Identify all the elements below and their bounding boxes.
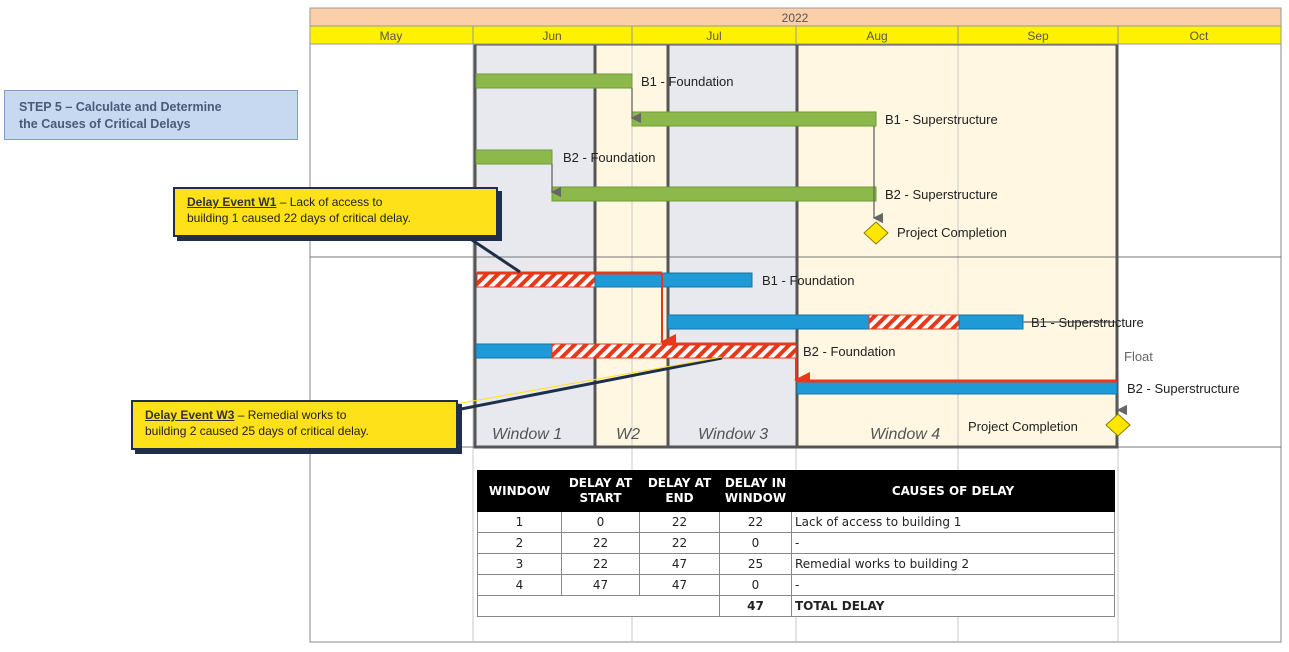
cell-cause: - [791, 532, 1115, 554]
cell-cause: Remedial works to building 2 [791, 553, 1115, 575]
total-delay-label: TOTAL DELAY [791, 595, 1115, 617]
year-label: 2022 [782, 11, 809, 25]
cell-window: 3 [477, 553, 562, 575]
planned-b1-foundation-bar [475, 73, 633, 89]
cell-delay-start: 22 [561, 532, 640, 554]
table-row: 3 22 47 25 Remedial works to building 2 [477, 553, 1115, 575]
month-label-aug: Aug [866, 29, 887, 43]
asbuilt-b1-superstructure-bar [667, 314, 870, 330]
month-label-jun: Jun [542, 29, 561, 43]
header-delay-at-end: DELAY AT END [639, 470, 720, 512]
label-planned-b2-superstructure: B2 - Superstructure [885, 187, 998, 202]
header-window: WINDOW [477, 470, 562, 512]
cell-delay-start: 0 [561, 511, 640, 533]
month-header [309, 25, 1282, 45]
window-4-label: Window 4 [870, 426, 941, 443]
cell-window: 4 [477, 574, 562, 596]
cell-delay-in-window: 0 [719, 574, 792, 596]
cell-delay-end: 22 [639, 532, 720, 554]
step-box: STEP 5 – Calculate and Determine the Cau… [4, 90, 298, 140]
asbuilt-b2-superstructure-bar [796, 381, 1118, 395]
cell-delay-start: 47 [561, 574, 640, 596]
callout-delay-event-w3: Delay Event W3 – Remedial works to build… [131, 400, 458, 450]
asbuilt-b1-foundation-delay [476, 272, 596, 288]
delay-summary-table: WINDOW DELAY AT START DELAY AT END DELAY I… [477, 470, 1115, 617]
month-label-oct: Oct [1190, 29, 1209, 43]
window-3-shade [668, 44, 797, 447]
table-row: 2 22 22 0 - [477, 532, 1115, 554]
table-header-row: WINDOW DELAY AT START DELAY AT END DELAY I… [477, 470, 1115, 512]
planned-b1-superstructure-bar [631, 111, 877, 127]
cell-delay-start: 22 [561, 553, 640, 575]
window-3-label: Window 3 [698, 426, 769, 443]
cell-delay-in-window: 0 [719, 532, 792, 554]
step-line-1: STEP 5 – Calculate and Determine [19, 100, 222, 114]
cell-delay-end: 22 [639, 511, 720, 533]
cell-window: 2 [477, 532, 562, 554]
callout-w3-text1: – Remedial works to [234, 408, 347, 422]
table-row: 1 0 22 22 Lack of access to building 1 [477, 511, 1115, 533]
callout-w1-text2: building 1 caused 22 days of critical de… [187, 211, 411, 225]
label-asbuilt-b2-foundation: B2 - Foundation [803, 344, 896, 359]
planned-b2-foundation-bar [475, 149, 553, 165]
cell-delay-end: 47 [639, 574, 720, 596]
asbuilt-b2-foundation-bar [475, 343, 553, 359]
callout-w1-event: Delay Event W1 [187, 195, 277, 209]
asbuilt-b1-superstructure-bar-end [958, 314, 1024, 330]
callout-w3-text2: building 2 caused 25 days of critical de… [145, 424, 369, 438]
table-total-row: 47 TOTAL DELAY [477, 595, 1115, 617]
asbuilt-b1-foundation-bar [594, 272, 753, 288]
asbuilt-b2-foundation-delay [551, 343, 797, 359]
window-2-label: W2 [616, 426, 640, 443]
label-asbuilt-b1-superstructure: B1 - Superstructure [1031, 315, 1144, 330]
window-1-label: Window 1 [492, 426, 563, 443]
callout-delay-event-w1: Delay Event W1 – Lack of access to build… [173, 187, 498, 237]
cell-delay-in-window: 25 [719, 553, 792, 575]
cell-delay-end: 47 [639, 553, 720, 575]
month-label-sep: Sep [1027, 29, 1049, 43]
table-row: 4 47 47 0 - [477, 574, 1115, 596]
cell-window: 1 [477, 511, 562, 533]
callout-w1-text1: – Lack of access to [276, 195, 383, 209]
label-planned-b2-foundation: B2 - Foundation [563, 150, 656, 165]
asbuilt-b1-superstructure-delay [868, 314, 960, 330]
header-causes-of-delay: CAUSES OF DELAY [791, 470, 1115, 512]
cell-delay-in-window: 22 [719, 511, 792, 533]
cell-cause: Lack of access to building 1 [791, 511, 1115, 533]
total-delay-value: 47 [719, 595, 792, 617]
planned-b2-superstructure-bar [551, 186, 877, 202]
label-planned-b1-foundation: B1 - Foundation [641, 74, 734, 89]
cell-cause: - [791, 574, 1115, 596]
label-float: Float [1124, 349, 1153, 364]
label-asbuilt-b1-foundation: B1 - Foundation [762, 273, 855, 288]
step-line-2: the Causes of Critical Delays [19, 117, 191, 131]
total-spacer [477, 595, 720, 617]
label-planned-b1-superstructure: B1 - Superstructure [885, 112, 998, 127]
callout-w3-event: Delay Event W3 [145, 408, 235, 422]
label-planned-completion: Project Completion [897, 225, 1007, 240]
label-asbuilt-b2-superstructure: B2 - Superstructure [1127, 381, 1240, 396]
header-delay-at-start: DELAY AT START [561, 470, 640, 512]
label-asbuilt-completion: Project Completion [968, 419, 1078, 434]
month-label-may: May [380, 29, 403, 43]
month-label-jul: Jul [706, 29, 721, 43]
header-delay-in-window: DELAY IN WINDOW [719, 470, 792, 512]
